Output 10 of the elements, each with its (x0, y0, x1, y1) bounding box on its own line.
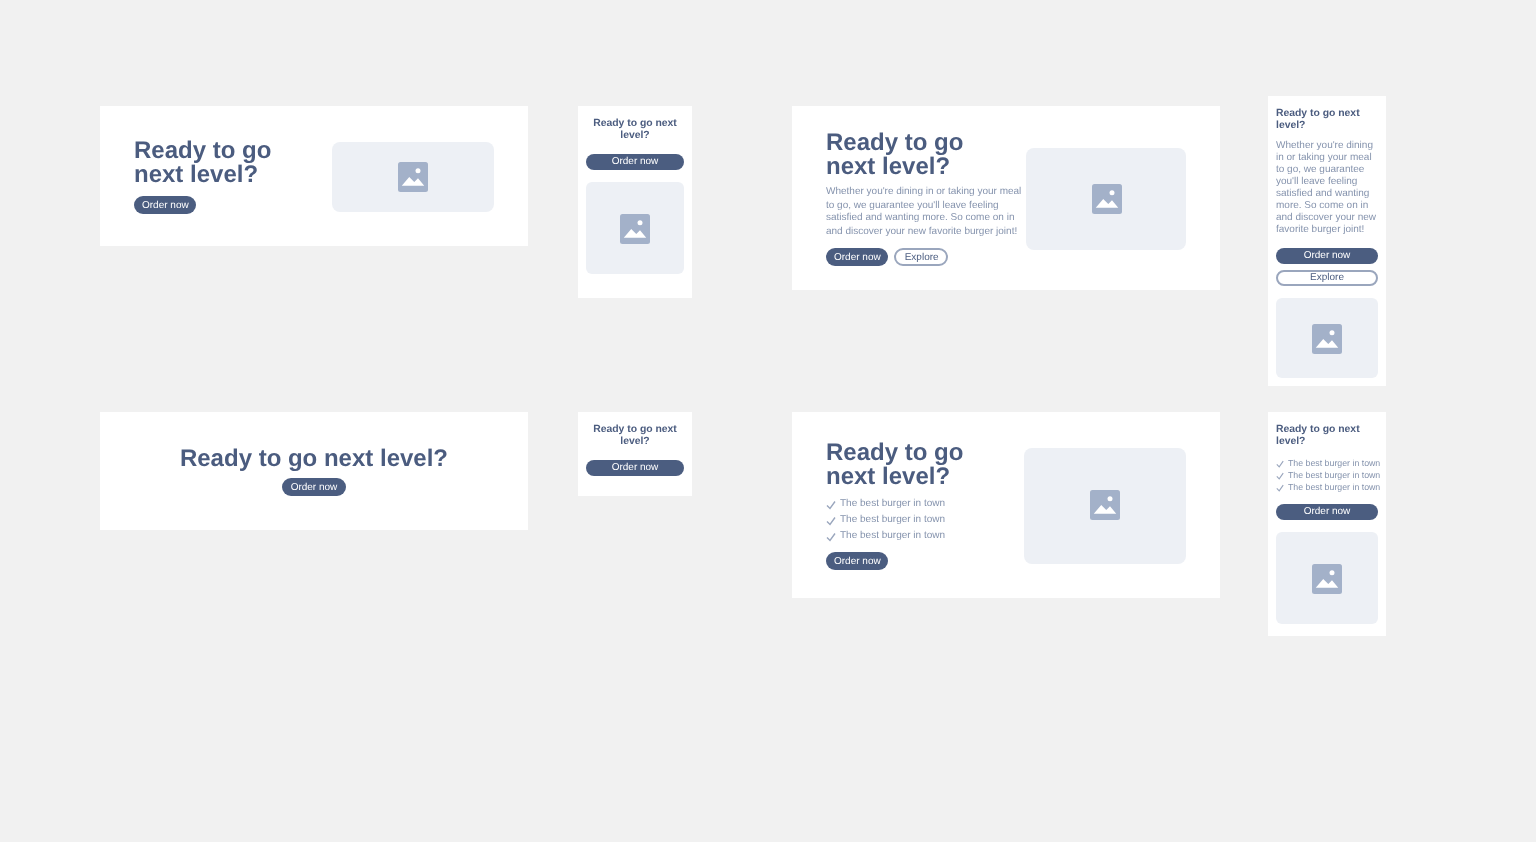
image-icon (620, 213, 650, 244)
image-icon (398, 161, 429, 191)
heading: Ready to go next level? (134, 138, 274, 186)
heading: Ready to go next level? (826, 440, 966, 488)
image-icon (1312, 563, 1342, 594)
heading: Ready to go next level? (826, 130, 966, 178)
image-icon (1091, 183, 1121, 213)
image-icon (1090, 490, 1121, 520)
image-icon (1312, 323, 1342, 354)
heading: Ready to go next level? (179, 446, 449, 470)
